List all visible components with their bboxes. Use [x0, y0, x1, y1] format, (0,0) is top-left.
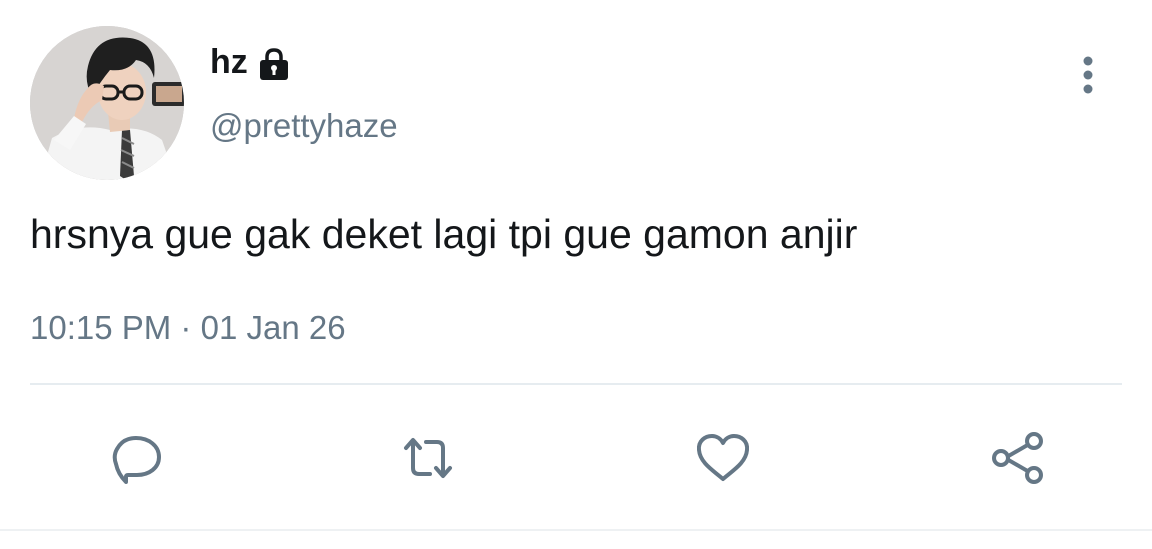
retweet-button[interactable]	[398, 428, 458, 488]
heart-icon	[696, 434, 750, 481]
reply-button[interactable]	[106, 428, 166, 488]
bottom-divider	[0, 529, 1152, 531]
display-name[interactable]: hz	[210, 40, 248, 84]
tweet-date: 01 Jan 26	[200, 309, 346, 346]
timestamp-separator: ·	[180, 309, 192, 346]
tweet-card: hz @prettyhaze hrsnya gue gak deket lagi…	[0, 0, 1152, 549]
divider	[30, 383, 1122, 385]
share-button[interactable]	[988, 428, 1048, 488]
more-vertical-icon	[1083, 56, 1093, 94]
display-name-row: hz	[210, 40, 292, 84]
more-options-button[interactable]	[1068, 52, 1108, 98]
retweet-icon	[404, 438, 452, 478]
avatar[interactable]	[30, 26, 184, 180]
tweet-text: hrsnya gue gak deket lagi tpi gue gamon …	[30, 211, 858, 257]
reply-icon	[112, 436, 161, 484]
avatar-image	[30, 26, 184, 180]
share-icon	[992, 432, 1043, 484]
like-button[interactable]	[693, 428, 753, 488]
tweet-time: 10:15 PM	[30, 309, 172, 346]
user-handle[interactable]: @prettyhaze	[210, 104, 398, 148]
lock-icon	[256, 46, 292, 82]
tweet-timestamp[interactable]: 10:15 PM · 01 Jan 26	[30, 306, 346, 350]
